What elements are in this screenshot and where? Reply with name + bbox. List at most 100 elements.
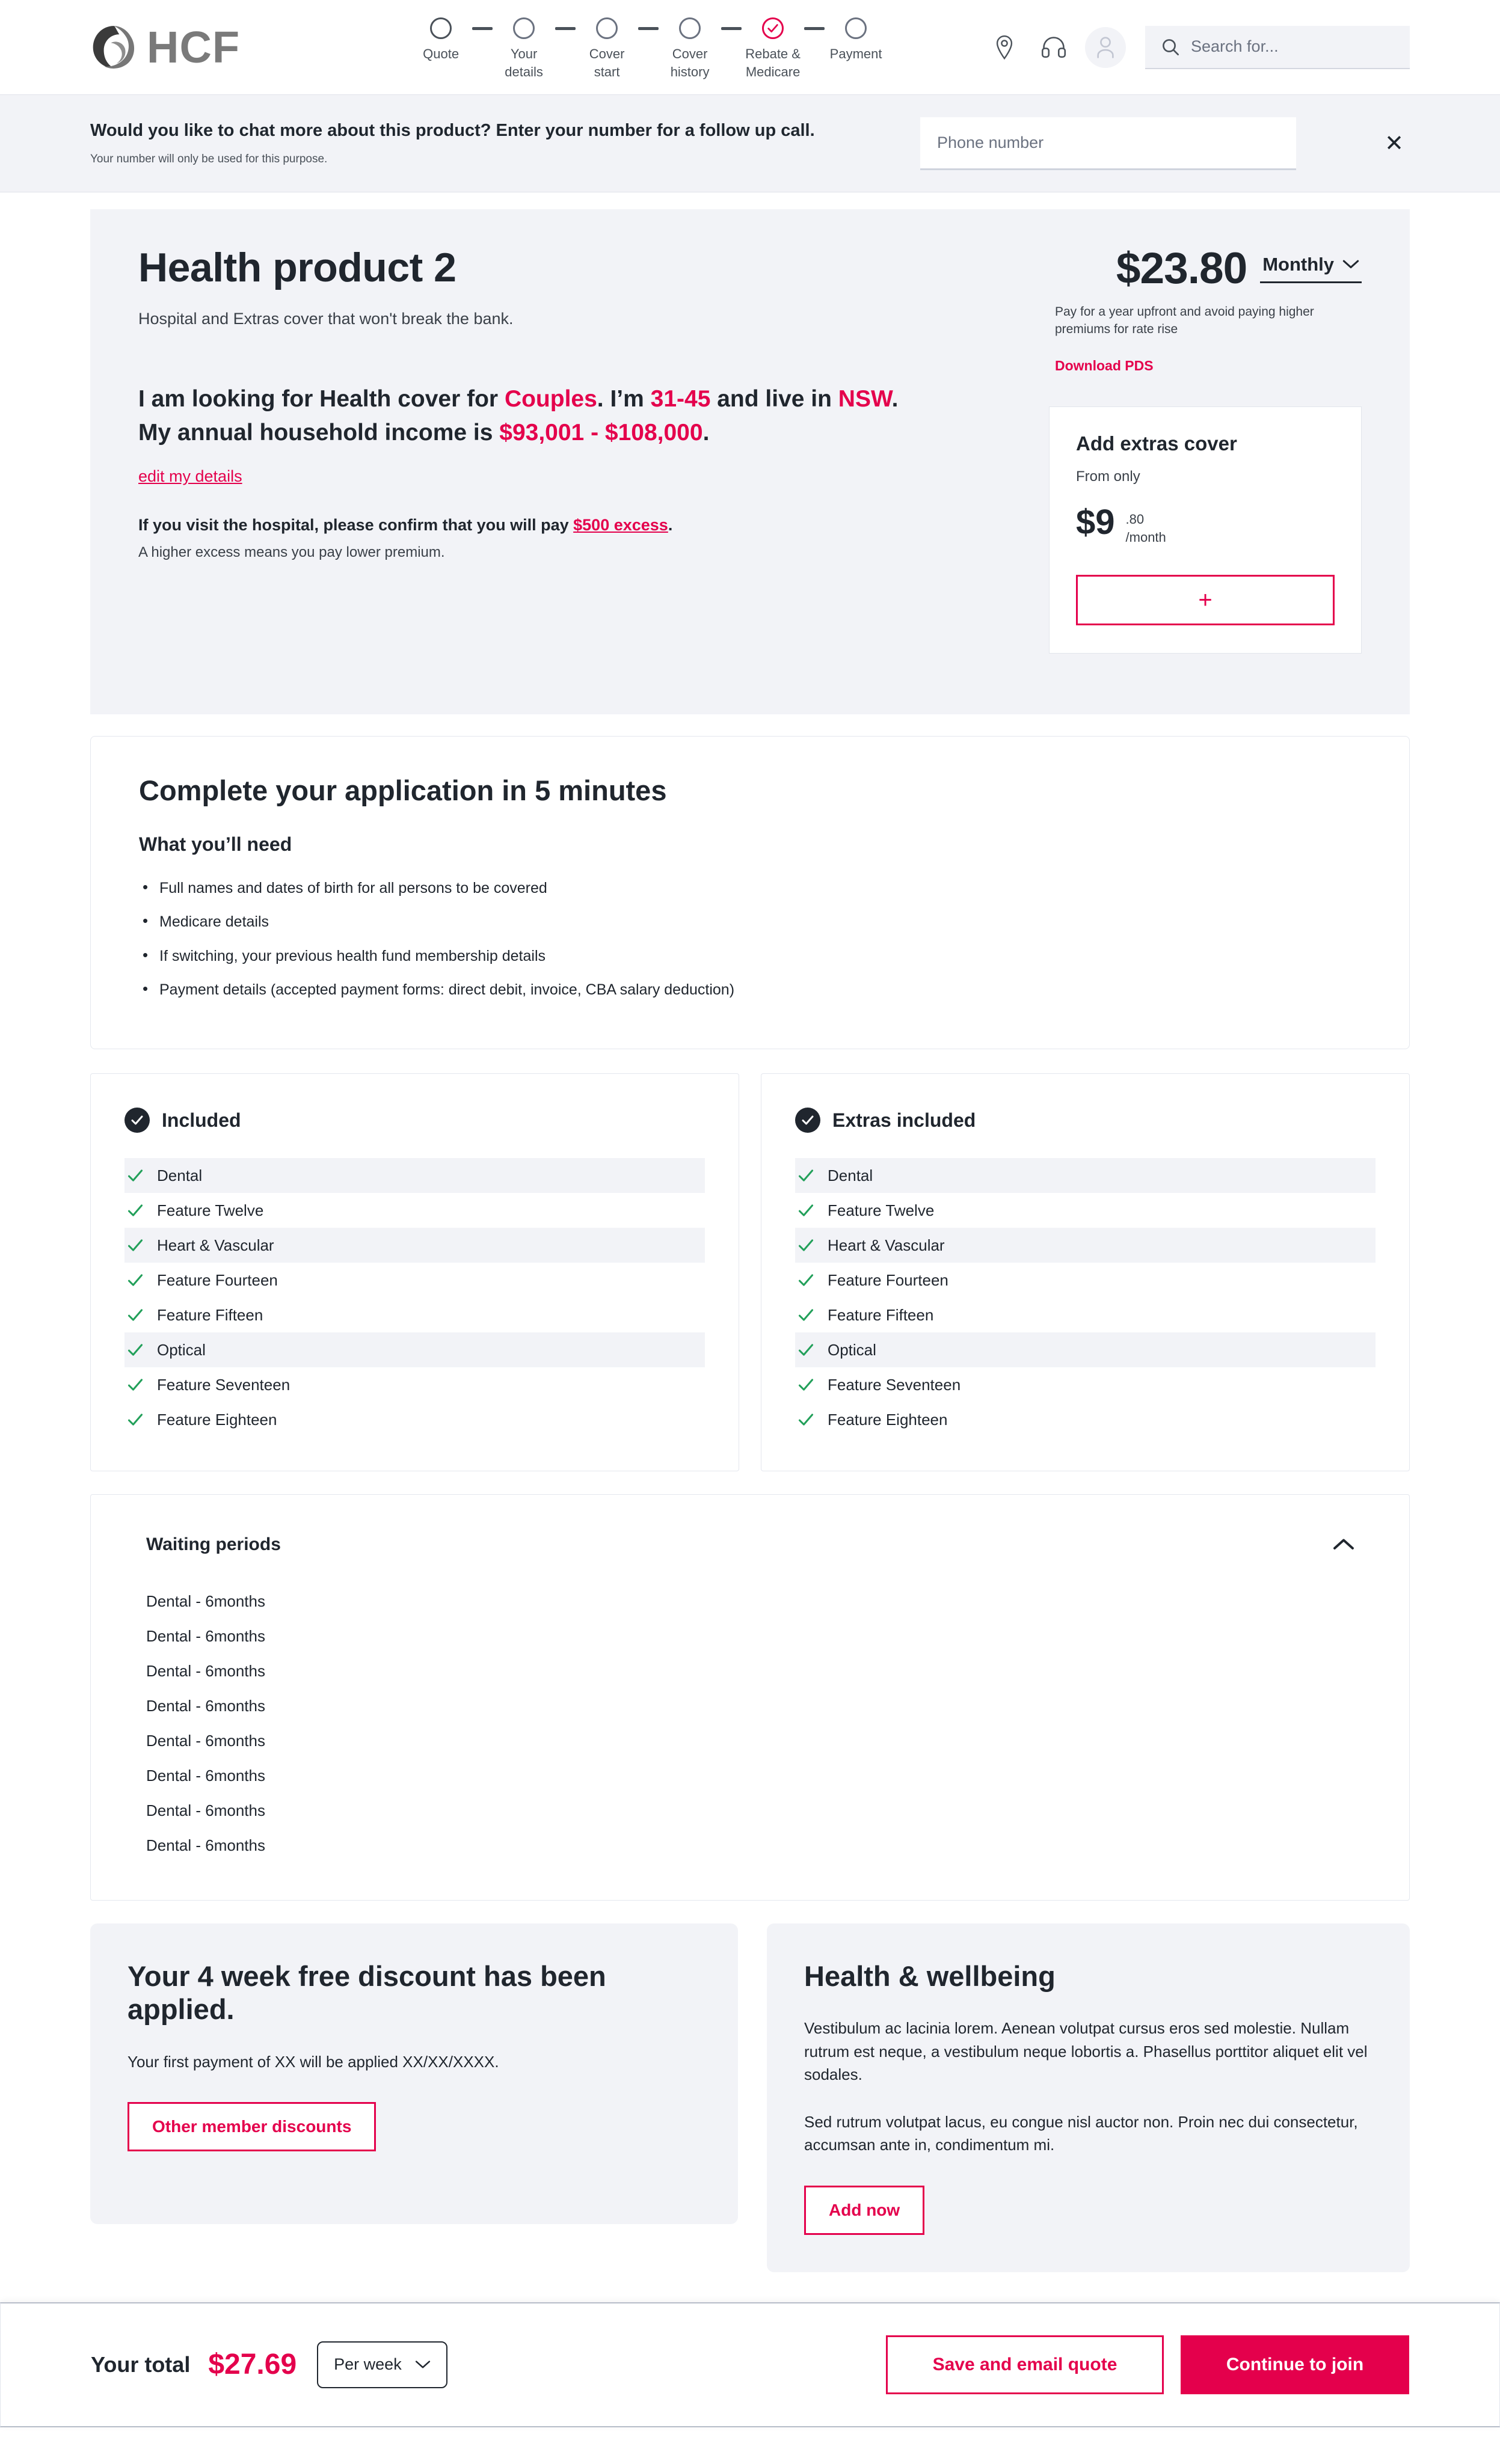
total-summary-bar: Your total $27.69 Per week Save and emai… bbox=[0, 2302, 1500, 2427]
check-icon bbox=[798, 1239, 814, 1251]
included-panel-title: Included bbox=[162, 1109, 241, 1131]
price-note: Pay for a year upfront and avoid paying … bbox=[1055, 305, 1314, 336]
list-item: Full names and dates of birth for all pe… bbox=[139, 876, 1361, 899]
list-item: Feature Fourteen bbox=[795, 1263, 1376, 1298]
step-payment[interactable]: Payment bbox=[825, 17, 887, 63]
product-price: $23.80 bbox=[1116, 244, 1247, 293]
close-banner-button[interactable]: ✕ bbox=[1379, 128, 1410, 159]
hcf-logo[interactable]: HCF bbox=[90, 24, 240, 71]
step-your-details[interactable]: Your details bbox=[493, 17, 555, 80]
feature-label: Feature Twelve bbox=[828, 1201, 935, 1219]
check-icon bbox=[798, 1274, 814, 1286]
add-extras-period: /month bbox=[1125, 529, 1166, 545]
chevron-down-icon bbox=[1342, 260, 1359, 269]
excess-amount-link[interactable]: $500 excess bbox=[573, 516, 668, 534]
list-item: Dental - 6months bbox=[146, 1697, 265, 1715]
payment-frequency-value: Monthly bbox=[1262, 254, 1334, 275]
site-header: HCF Quote Your details Cover start Cover… bbox=[0, 0, 1500, 94]
feature-label: Optical bbox=[157, 1340, 206, 1359]
header-actions bbox=[986, 25, 1410, 69]
search-box[interactable] bbox=[1145, 25, 1410, 69]
waiting-periods-toggle[interactable] bbox=[1327, 1528, 1360, 1561]
discount-card-title: Your 4 week free discount has been appli… bbox=[128, 1960, 606, 2026]
waiting-periods-header[interactable]: Waiting periods bbox=[126, 1528, 1374, 1561]
user-avatar-icon[interactable] bbox=[1085, 26, 1126, 68]
step-circle-checked-icon bbox=[762, 17, 784, 40]
list-item: Heart & Vascular bbox=[795, 1228, 1376, 1263]
list-item: Feature Eighteen bbox=[124, 1402, 705, 1437]
check-circle-icon bbox=[124, 1108, 150, 1133]
total-period-select[interactable]: Per week bbox=[317, 2341, 447, 2388]
location-pin-icon[interactable] bbox=[986, 29, 1022, 66]
feature-label: Feature Fourteen bbox=[157, 1270, 278, 1289]
feature-label: Heart & Vascular bbox=[828, 1236, 945, 1254]
list-item: Feature Fifteen bbox=[124, 1298, 705, 1332]
step-connector bbox=[804, 27, 825, 31]
check-circle-icon bbox=[795, 1108, 820, 1133]
callback-banner-copy: Would you like to chat more about this p… bbox=[90, 121, 890, 166]
search-input[interactable] bbox=[1191, 37, 1389, 56]
list-item: Optical bbox=[795, 1332, 1376, 1367]
headset-icon[interactable] bbox=[1036, 29, 1072, 66]
list-item: Dental - 6months bbox=[146, 1732, 265, 1750]
included-panel-header: Included bbox=[124, 1108, 705, 1133]
summary-text: I am looking for Health cover for bbox=[138, 386, 505, 412]
chevron-down-icon bbox=[415, 2361, 430, 2368]
application-card: Complete your application in 5 minutes W… bbox=[90, 736, 1410, 1049]
add-now-button[interactable]: Add now bbox=[804, 2185, 925, 2235]
phone-number-input[interactable] bbox=[920, 117, 1296, 170]
step-cover-history[interactable]: Cover history bbox=[659, 17, 721, 80]
step-cover-start[interactable]: Cover start bbox=[576, 17, 638, 80]
step-quote[interactable]: Quote bbox=[410, 17, 472, 63]
continue-to-join-button[interactable]: Continue to join bbox=[1181, 2335, 1409, 2394]
list-item: Optical bbox=[124, 1332, 705, 1367]
feature-label: Dental bbox=[157, 1166, 203, 1184]
edit-my-details-link[interactable]: edit my details bbox=[138, 467, 242, 486]
step-label: Rebate & Medicare bbox=[745, 46, 801, 79]
step-circle-icon bbox=[596, 17, 618, 40]
feature-label: Feature Eighteen bbox=[157, 1410, 277, 1429]
summary-age-range: 31-45 bbox=[650, 386, 711, 412]
step-rebate-medicare[interactable]: Rebate & Medicare bbox=[742, 17, 804, 80]
other-member-discounts-button[interactable]: Other member discounts bbox=[128, 2102, 377, 2152]
check-icon bbox=[798, 1344, 814, 1356]
list-item: Feature Twelve bbox=[124, 1193, 705, 1228]
save-and-email-quote-button[interactable]: Save and email quote bbox=[886, 2335, 1164, 2394]
step-circle-icon bbox=[430, 17, 452, 40]
check-icon bbox=[798, 1309, 814, 1321]
step-connector bbox=[555, 27, 576, 31]
list-item: Feature Fifteen bbox=[795, 1298, 1376, 1332]
excess-text: . bbox=[668, 516, 673, 535]
waiting-periods-section: Waiting periods Dental - 6months Dental … bbox=[90, 1494, 1410, 1901]
add-extras-button[interactable]: + bbox=[1076, 575, 1335, 626]
discount-card-body: Your first payment of XX will be applied… bbox=[128, 2052, 499, 2071]
download-pds-link[interactable]: Download PDS bbox=[1055, 358, 1154, 374]
check-icon bbox=[802, 1115, 814, 1125]
included-panel: Included Dental Feature Twelve Heart & V… bbox=[90, 1073, 739, 1471]
feature-panels: Included Dental Feature Twelve Heart & V… bbox=[90, 1073, 1410, 1471]
check-icon bbox=[798, 1379, 814, 1391]
chevron-up-icon bbox=[1333, 1539, 1354, 1549]
check-icon bbox=[128, 1274, 143, 1286]
feature-label: Heart & Vascular bbox=[157, 1236, 274, 1254]
feature-label: Feature Seventeen bbox=[828, 1375, 961, 1394]
application-title: Complete your application in 5 minutes bbox=[139, 774, 667, 806]
product-hero-card: Health product 2 Hospital and Extras cov… bbox=[90, 209, 1410, 714]
summary-text: and live in bbox=[710, 386, 838, 412]
check-icon bbox=[128, 1414, 143, 1426]
summary-cover-type: Couples bbox=[504, 386, 597, 412]
add-extras-dollars: $9 bbox=[1076, 502, 1115, 542]
hcf-swirl-icon bbox=[93, 25, 135, 69]
list-item: Feature Twelve bbox=[795, 1193, 1376, 1228]
payment-frequency-select[interactable]: Monthly bbox=[1260, 254, 1362, 283]
summary-text: . I’m bbox=[597, 386, 651, 412]
price-row: $23.80 Monthly bbox=[1049, 247, 1362, 290]
step-label: Cover history bbox=[670, 46, 710, 79]
check-icon bbox=[128, 1169, 143, 1181]
step-connector bbox=[472, 27, 493, 31]
product-hero-pricing: $23.80 Monthly Pay for a year upfront an… bbox=[1049, 247, 1362, 677]
summary-text: . bbox=[891, 386, 899, 412]
total-period-value: Per week bbox=[334, 2355, 402, 2374]
excess-text: If you visit the hospital, please confir… bbox=[138, 516, 574, 535]
step-label: Cover start bbox=[589, 46, 625, 79]
